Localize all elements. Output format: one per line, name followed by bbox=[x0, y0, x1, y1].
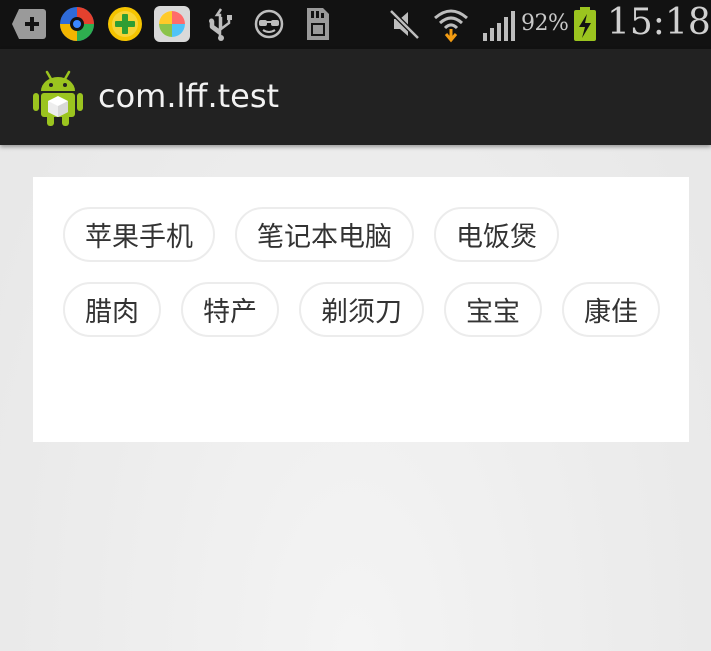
tag-item[interactable]: 电饭煲 bbox=[434, 207, 559, 262]
android-icon[interactable] bbox=[32, 69, 84, 127]
tag-item[interactable]: 腊肉 bbox=[63, 282, 161, 337]
add-notification-icon bbox=[10, 5, 48, 43]
browser-app-icon bbox=[58, 5, 96, 43]
status-clock: 15:18 bbox=[607, 2, 711, 43]
game-app-icon bbox=[106, 5, 144, 43]
app-title: com.lff.test bbox=[98, 77, 280, 115]
sd-card-icon bbox=[298, 5, 336, 43]
screen: 92% 15:18 com.lff.test 苹果手机 笔记本电脑 电饭煲 腊肉… bbox=[0, 0, 711, 651]
sunglasses-icon bbox=[250, 5, 288, 43]
signal-icon bbox=[481, 5, 521, 43]
tag-item[interactable]: 特产 bbox=[181, 282, 279, 337]
tag-item[interactable]: 剃须刀 bbox=[299, 282, 424, 337]
tag-item[interactable]: 康佳 bbox=[562, 282, 660, 337]
tag-flow: 苹果手机 笔记本电脑 电饭煲 腊肉 特产 剃须刀 宝宝 康佳 bbox=[63, 207, 663, 337]
tag-item[interactable]: 苹果手机 bbox=[63, 207, 215, 262]
battery-charging-icon bbox=[572, 5, 598, 43]
tag-item[interactable]: 宝宝 bbox=[444, 282, 542, 337]
action-bar: com.lff.test bbox=[0, 49, 711, 145]
color-app-icon bbox=[153, 5, 191, 43]
battery-percent: 92% bbox=[521, 11, 569, 36]
tag-card: 苹果手机 笔记本电脑 电饭煲 腊肉 特产 剃须刀 宝宝 康佳 bbox=[33, 177, 689, 442]
usb-icon bbox=[202, 5, 240, 43]
mute-icon bbox=[386, 5, 424, 43]
tag-item[interactable]: 笔记本电脑 bbox=[235, 207, 414, 262]
wifi-icon bbox=[432, 5, 470, 43]
status-bar: 92% 15:18 bbox=[0, 0, 711, 49]
